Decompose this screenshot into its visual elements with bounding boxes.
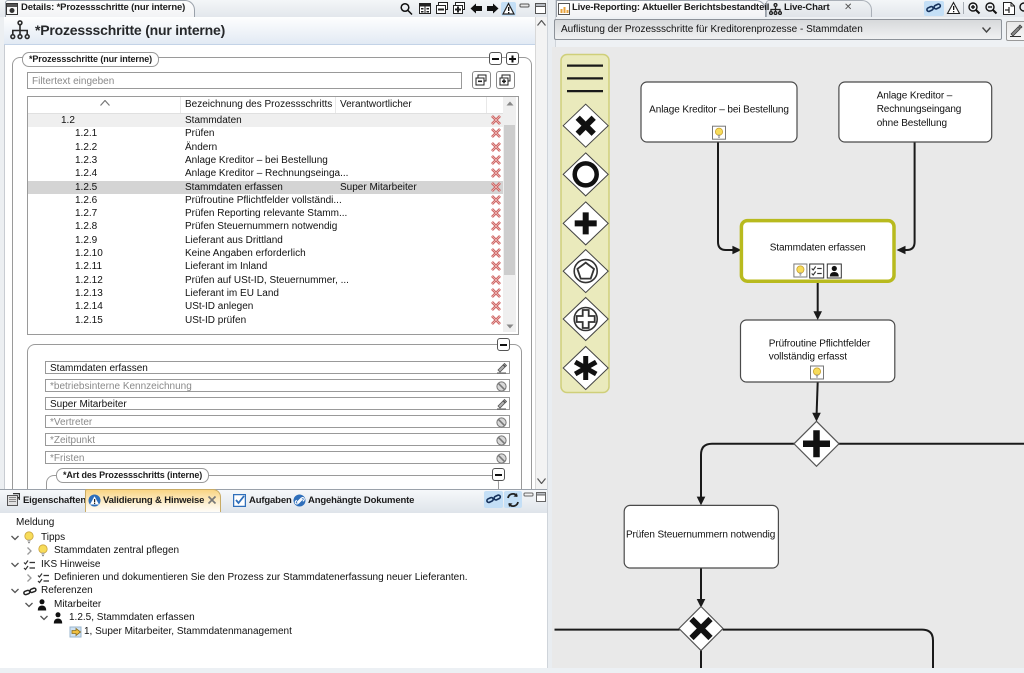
svg-text:Anlage Kreditor – bei Bestellu: Anlage Kreditor – bei Bestellung	[649, 105, 789, 116]
svg-text:ohne Bestellung: ohne Bestellung	[877, 118, 947, 129]
svg-text:vollständig erfasst: vollständig erfasst	[769, 352, 847, 363]
svg-text:Stammdaten erfassen: Stammdaten erfassen	[770, 243, 866, 254]
svg-text:Anlage Kreditor –: Anlage Kreditor –	[877, 90, 953, 101]
svg-text:Prüfen Steuernummern notwendig: Prüfen Steuernummern notwendig	[626, 530, 775, 541]
svg-text:Rechnungseingang: Rechnungseingang	[877, 104, 962, 115]
svg-text:Prüfroutine Pflichtfelder: Prüfroutine Pflichtfelder	[769, 339, 871, 350]
